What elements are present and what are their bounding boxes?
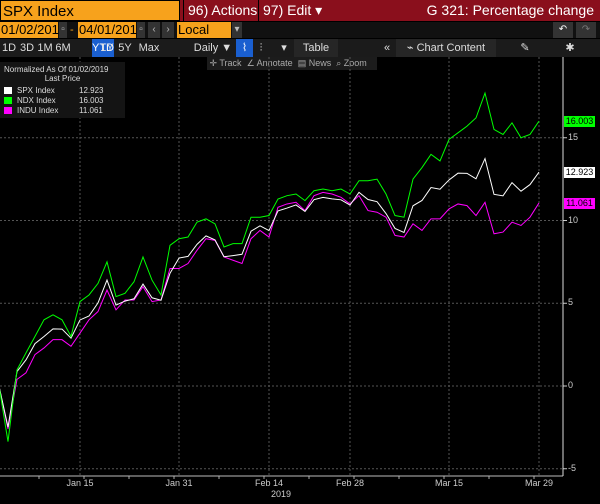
x-tick-label: Feb 28 [335,478,365,488]
redo-icon[interactable]: ↷ [576,22,596,38]
y-tick-label: 10 [568,214,579,225]
function-title: G 321: Percentage change [426,2,594,18]
currency-select[interactable]: Local CCY [177,22,231,53]
legend-swatch [4,106,12,114]
period-3d[interactable]: 3D [18,39,36,57]
x-tick-label: Mar 15 [434,478,464,488]
x-tick-label: Jan 31 [165,478,193,488]
edit-icon[interactable]: ✎ [515,39,535,57]
period-6m[interactable]: 6M [54,39,72,57]
edit-menu[interactable]: 97) Edit ▾ [258,0,333,21]
y-tick-label: 5 [568,297,574,308]
prev-arrow-icon[interactable]: ‹ [148,22,160,38]
bar-chart-icon[interactable]: ⫶ [254,39,268,57]
period-5y[interactable]: 5Y [116,39,134,57]
chevron-down-icon[interactable]: ▾ [232,22,242,38]
period-1y[interactable]: 1Y [98,39,116,57]
table-button[interactable]: Table [294,39,338,57]
legend-title: Normalized As Of 01/02/2019 [4,65,109,74]
start-date-input[interactable]: 01/02/2019 [0,22,66,38]
y-tick-label: 15 [568,131,579,142]
chart-icon: ⌁ [406,42,417,54]
x-tick-label: Jan 15 [66,478,94,488]
y-tick-label: -5 [568,462,577,473]
legend-last-value: 12.923 [79,85,104,95]
legend-item: NDX Index 16.003 [4,95,121,105]
period-max[interactable]: Max [136,39,162,57]
gear-icon[interactable]: ✱ [560,39,580,57]
end-date-input[interactable]: 04/01/2019 [78,22,144,38]
y-tick-label: 0 [568,380,574,390]
line-chart[interactable] [0,57,600,504]
period-1d[interactable]: 1D [0,39,18,57]
chart-content-button[interactable]: ⌁ Chart Content [396,39,496,57]
legend-item: SPX Index 12.923 [4,85,121,95]
legend-swatch [4,86,12,94]
period-1m[interactable]: 1M [36,39,54,57]
x-tick-label: Feb 14 [254,478,284,488]
chart-content-label: Chart Content [416,42,486,54]
frequency-select[interactable]: Daily ▼ [193,39,233,57]
legend-last-value: 11.061 [79,105,103,115]
ticker-input[interactable]: SPX Index [0,0,180,21]
last-value-tag: 16.003 [564,116,595,128]
chevron-down-icon[interactable]: ▾ [278,39,290,57]
legend-item: INDU Index 11.061 [4,105,121,115]
last-value-tag: 12.923 [564,167,595,179]
x-tick-label: Mar 29 [524,478,554,488]
legend-series-name: SPX Index [17,85,55,95]
legend-subtitle: Last Price [44,74,81,83]
calendar-icon[interactable]: ▫ [59,22,67,38]
undo-icon[interactable]: ↶ [553,22,573,38]
line-chart-icon[interactable]: ⌇ [236,39,253,57]
legend-series-name: INDU Index [17,105,59,115]
calendar-icon[interactable]: ▫ [137,22,145,38]
legend-last-value: 16.003 [79,95,104,105]
x-axis-label: 2019 [270,489,292,499]
legend-series-name: NDX Index [17,95,56,105]
next-arrow-icon[interactable]: › [162,22,174,38]
date-separator: - [70,24,74,36]
legend: Normalized As Of 01/02/2019 Last Price S… [0,62,125,118]
actions-menu[interactable]: 96) Actions ▾ [183,0,258,39]
collapse-button[interactable]: « [380,39,394,57]
last-value-tag: 11.061 [564,197,595,209]
legend-swatch [4,96,12,104]
